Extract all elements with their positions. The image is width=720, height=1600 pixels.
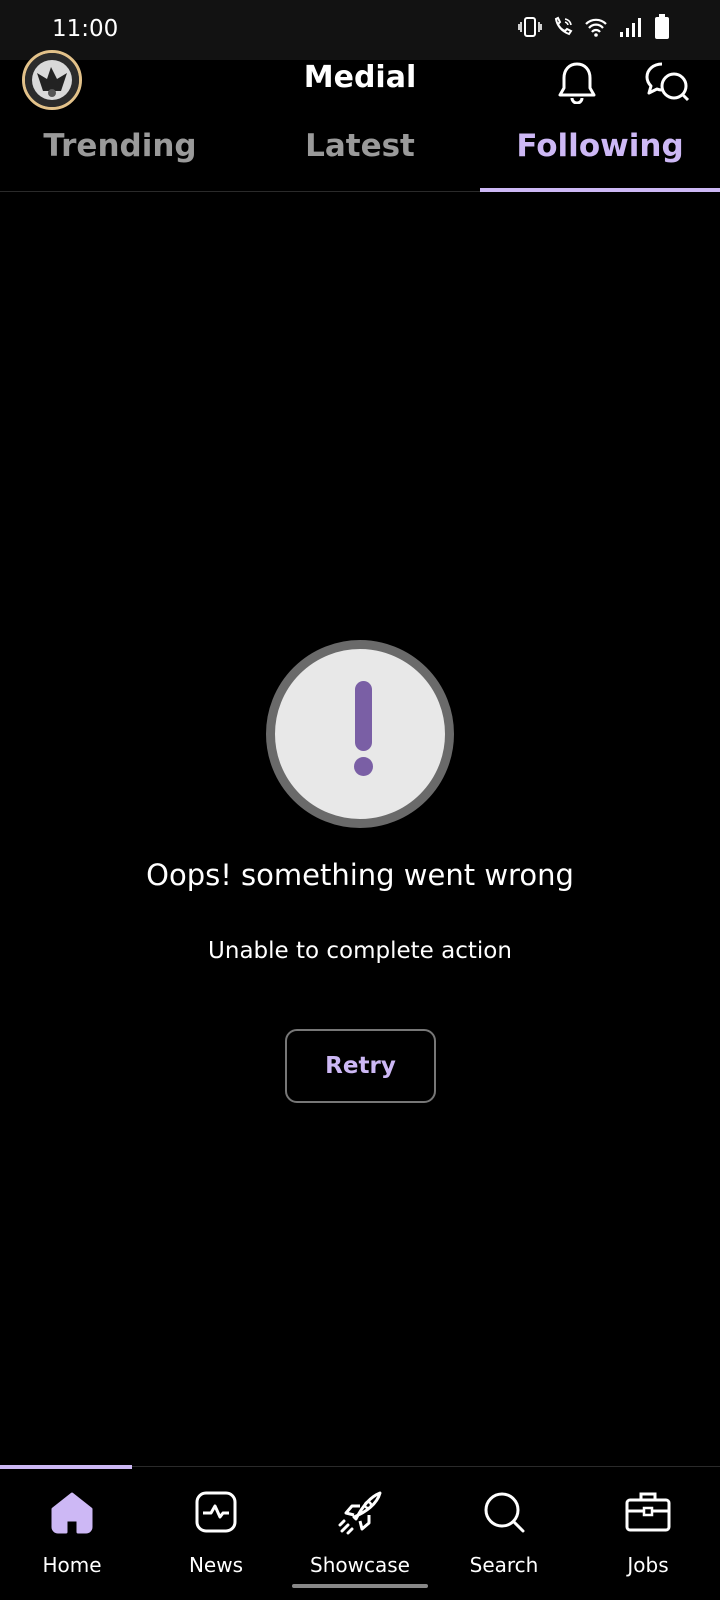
- exclamation-icon: [266, 640, 454, 828]
- error-subtitle: Unable to complete action: [208, 938, 512, 964]
- nav-item-jobs[interactable]: Jobs: [576, 1467, 720, 1577]
- news-icon: [193, 1489, 239, 1539]
- nav-item-news[interactable]: News: [144, 1467, 288, 1577]
- exclamation-dot: [354, 757, 373, 776]
- nav-label-home: Home: [42, 1553, 102, 1577]
- vibrate-icon: [518, 17, 542, 37]
- error-title: Oops! something went wrong: [146, 858, 574, 892]
- tab-latest[interactable]: Latest: [240, 124, 480, 192]
- nav-label-news: News: [188, 1553, 244, 1577]
- status-time: 11:00: [52, 16, 119, 42]
- briefcase-icon: [624, 1489, 672, 1537]
- nav-label-jobs: Jobs: [627, 1553, 669, 1577]
- retry-button[interactable]: Retry: [285, 1029, 436, 1103]
- status-bar: 11:00: [0, 0, 720, 60]
- app-title: Medial: [303, 60, 417, 95]
- tab-trending[interactable]: Trending: [0, 124, 240, 192]
- feed-tabs: Trending Latest Following: [0, 124, 720, 192]
- bell-icon[interactable]: [557, 60, 597, 108]
- search-icon: [481, 1489, 527, 1539]
- nav-label-search: Search: [469, 1553, 539, 1577]
- active-tab-indicator: [480, 188, 720, 192]
- nav-item-showcase[interactable]: Showcase: [288, 1467, 432, 1577]
- bottom-nav: Home News Showcase Search Jobs: [0, 1465, 720, 1600]
- chat-icon[interactable]: [644, 60, 692, 108]
- rocket-icon: [336, 1489, 384, 1541]
- nav-item-home[interactable]: Home: [0, 1467, 144, 1577]
- exclamation-bar: [355, 681, 372, 751]
- battery-icon: [655, 14, 669, 39]
- wifi-icon: [585, 18, 607, 37]
- gesture-home-bar[interactable]: [292, 1584, 428, 1588]
- nav-label-showcase: Showcase: [310, 1553, 410, 1577]
- nav-item-search[interactable]: Search: [432, 1467, 576, 1577]
- status-icons: [518, 14, 670, 40]
- home-icon: [49, 1489, 95, 1539]
- wifi-call-icon: [554, 16, 573, 36]
- signal-icon: [620, 18, 641, 37]
- tab-following[interactable]: Following: [480, 124, 720, 192]
